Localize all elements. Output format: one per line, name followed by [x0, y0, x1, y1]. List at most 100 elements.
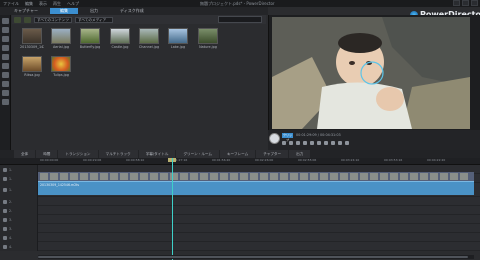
track-visible-icon[interactable]: [3, 167, 7, 172]
media-thumb[interactable]: [22, 56, 42, 72]
track-visible-icon[interactable]: [3, 188, 7, 192]
media-label: Lake.jpg: [170, 45, 186, 49]
media-label: Nature.jpg: [199, 45, 217, 49]
timeline-tab[interactable]: 出力: [289, 150, 311, 158]
track-row: 2.: [0, 197, 480, 206]
effect-room-icon[interactable]: [2, 27, 9, 33]
import-media-icon[interactable]: [14, 16, 21, 23]
timeline-tab[interactable]: グリーン・ルーム: [176, 150, 219, 158]
scrollbar-thumb[interactable]: [38, 256, 468, 258]
track-label: 2.: [9, 208, 13, 213]
volume-icon[interactable]: [317, 141, 321, 145]
previous-frame-icon[interactable]: [289, 141, 293, 145]
library-toolbar: すべてのコンテンツ すべてのメディア: [12, 15, 266, 24]
playhead-line[interactable]: [172, 158, 173, 260]
title-room-icon[interactable]: [2, 54, 9, 60]
media-label: Castle.jpg: [111, 45, 129, 49]
timeline-tab[interactable]: 全体: [14, 150, 36, 158]
ruler-tick: 00:01:56:20: [212, 158, 231, 162]
track-label: 2.: [9, 199, 13, 204]
track-row: 4.: [0, 233, 480, 242]
media-thumb-video[interactable]: [22, 28, 42, 44]
snapshot-icon[interactable]: [310, 141, 314, 145]
audio-clip[interactable]: [38, 181, 474, 195]
timeline-ruler[interactable]: 00:00:00:00 00:00:29:06 00:00:58:10 00:0…: [0, 158, 480, 165]
track-row: 4.: [0, 242, 480, 251]
timeline-tab[interactable]: チャプター: [256, 150, 289, 158]
next-frame-icon[interactable]: [296, 141, 300, 145]
playback-icon-row: [282, 141, 349, 145]
tab-capture[interactable]: キャプチャー: [4, 8, 48, 14]
preview-video[interactable]: [272, 17, 470, 129]
folder-icon[interactable]: [24, 16, 31, 23]
subtitle-room-icon[interactable]: [2, 99, 9, 105]
3d-icon[interactable]: [331, 141, 335, 145]
media-label: Riksa.jpg: [24, 73, 40, 77]
media-thumb[interactable]: [168, 28, 188, 44]
media-thumb[interactable]: [51, 28, 71, 44]
content-filter-dropdown[interactable]: すべてのコンテンツ: [34, 16, 72, 23]
timeline-scrollbar[interactable]: [38, 255, 474, 259]
timeline-tab[interactable]: 時間: [36, 150, 58, 158]
menu-edit[interactable]: 編集: [25, 1, 33, 7]
track-visible-icon[interactable]: [3, 199, 7, 204]
tab-produce[interactable]: 出力: [80, 8, 108, 14]
track-label: 1.: [9, 188, 13, 192]
media-label: Tulips.jpg: [53, 73, 69, 77]
particle-room-icon[interactable]: [2, 45, 9, 51]
timeline-tab[interactable]: 字幕/タイトル: [138, 150, 176, 158]
track-header[interactable]: 1.: [0, 165, 38, 174]
track-audio-icon[interactable]: [3, 244, 7, 249]
track-audio-icon[interactable]: [3, 226, 7, 231]
track-label: 3.: [9, 217, 13, 222]
track-header[interactable]: 4.: [0, 242, 38, 251]
track-header[interactable]: 2.: [0, 206, 38, 215]
stop-icon[interactable]: [282, 141, 286, 145]
play-button[interactable]: [269, 133, 280, 144]
transition-room-icon[interactable]: [2, 63, 9, 69]
media-room-icon[interactable]: [2, 18, 9, 24]
media-thumb[interactable]: [80, 28, 100, 44]
track-header[interactable]: 1.: [0, 183, 38, 197]
fast-forward-icon[interactable]: [303, 141, 307, 145]
track-visible-icon[interactable]: [3, 235, 7, 240]
room-tool-strip: [0, 15, 11, 150]
timeline-tab[interactable]: トランジション: [58, 150, 98, 158]
timeline-tab[interactable]: マルチトラック: [98, 150, 138, 158]
maximize-button[interactable]: [462, 0, 469, 6]
track-audio-icon[interactable]: [3, 208, 7, 213]
library-search-input[interactable]: [218, 16, 262, 23]
track-audio-icon[interactable]: [3, 176, 7, 181]
voice-over-icon[interactable]: [2, 81, 9, 87]
fullscreen-icon[interactable]: [338, 141, 342, 145]
clip-mode-button[interactable]: クリップ: [282, 133, 293, 142]
pip-room-icon[interactable]: [2, 36, 9, 42]
media-filter-dropdown[interactable]: すべてのメディア: [75, 16, 113, 23]
track-visible-icon[interactable]: [3, 217, 7, 222]
tab-disc[interactable]: ディスク作成: [110, 8, 154, 14]
video-clip[interactable]: [38, 172, 474, 181]
track-header[interactable]: 4.: [0, 233, 38, 242]
undock-icon[interactable]: [345, 141, 349, 145]
minimize-button[interactable]: [453, 0, 460, 6]
media-thumb[interactable]: [51, 56, 71, 72]
track-header[interactable]: 3.: [0, 215, 38, 224]
media-thumb[interactable]: [198, 28, 218, 44]
close-button[interactable]: [471, 0, 478, 6]
timeline-tab[interactable]: キーフレーム: [219, 150, 256, 158]
media-thumb[interactable]: [139, 28, 159, 44]
tab-edit[interactable]: 編集: [49, 8, 78, 14]
track-header[interactable]: 1.: [0, 174, 38, 183]
chapter-room-icon[interactable]: [2, 90, 9, 96]
menu-view[interactable]: 表示: [39, 1, 47, 7]
zoom-icon[interactable]: [324, 141, 328, 145]
audio-mixing-icon[interactable]: [2, 72, 9, 78]
track-label: 4.: [9, 235, 13, 240]
menu-help[interactable]: ヘルプ: [67, 1, 79, 7]
media-thumb[interactable]: [110, 28, 130, 44]
clip-label: 20130309_142546.m2ts: [40, 183, 80, 187]
menu-play[interactable]: 再生: [53, 1, 61, 7]
track-header[interactable]: 3.: [0, 224, 38, 233]
menu-file[interactable]: ファイル: [3, 1, 19, 7]
track-header[interactable]: 2.: [0, 197, 38, 206]
